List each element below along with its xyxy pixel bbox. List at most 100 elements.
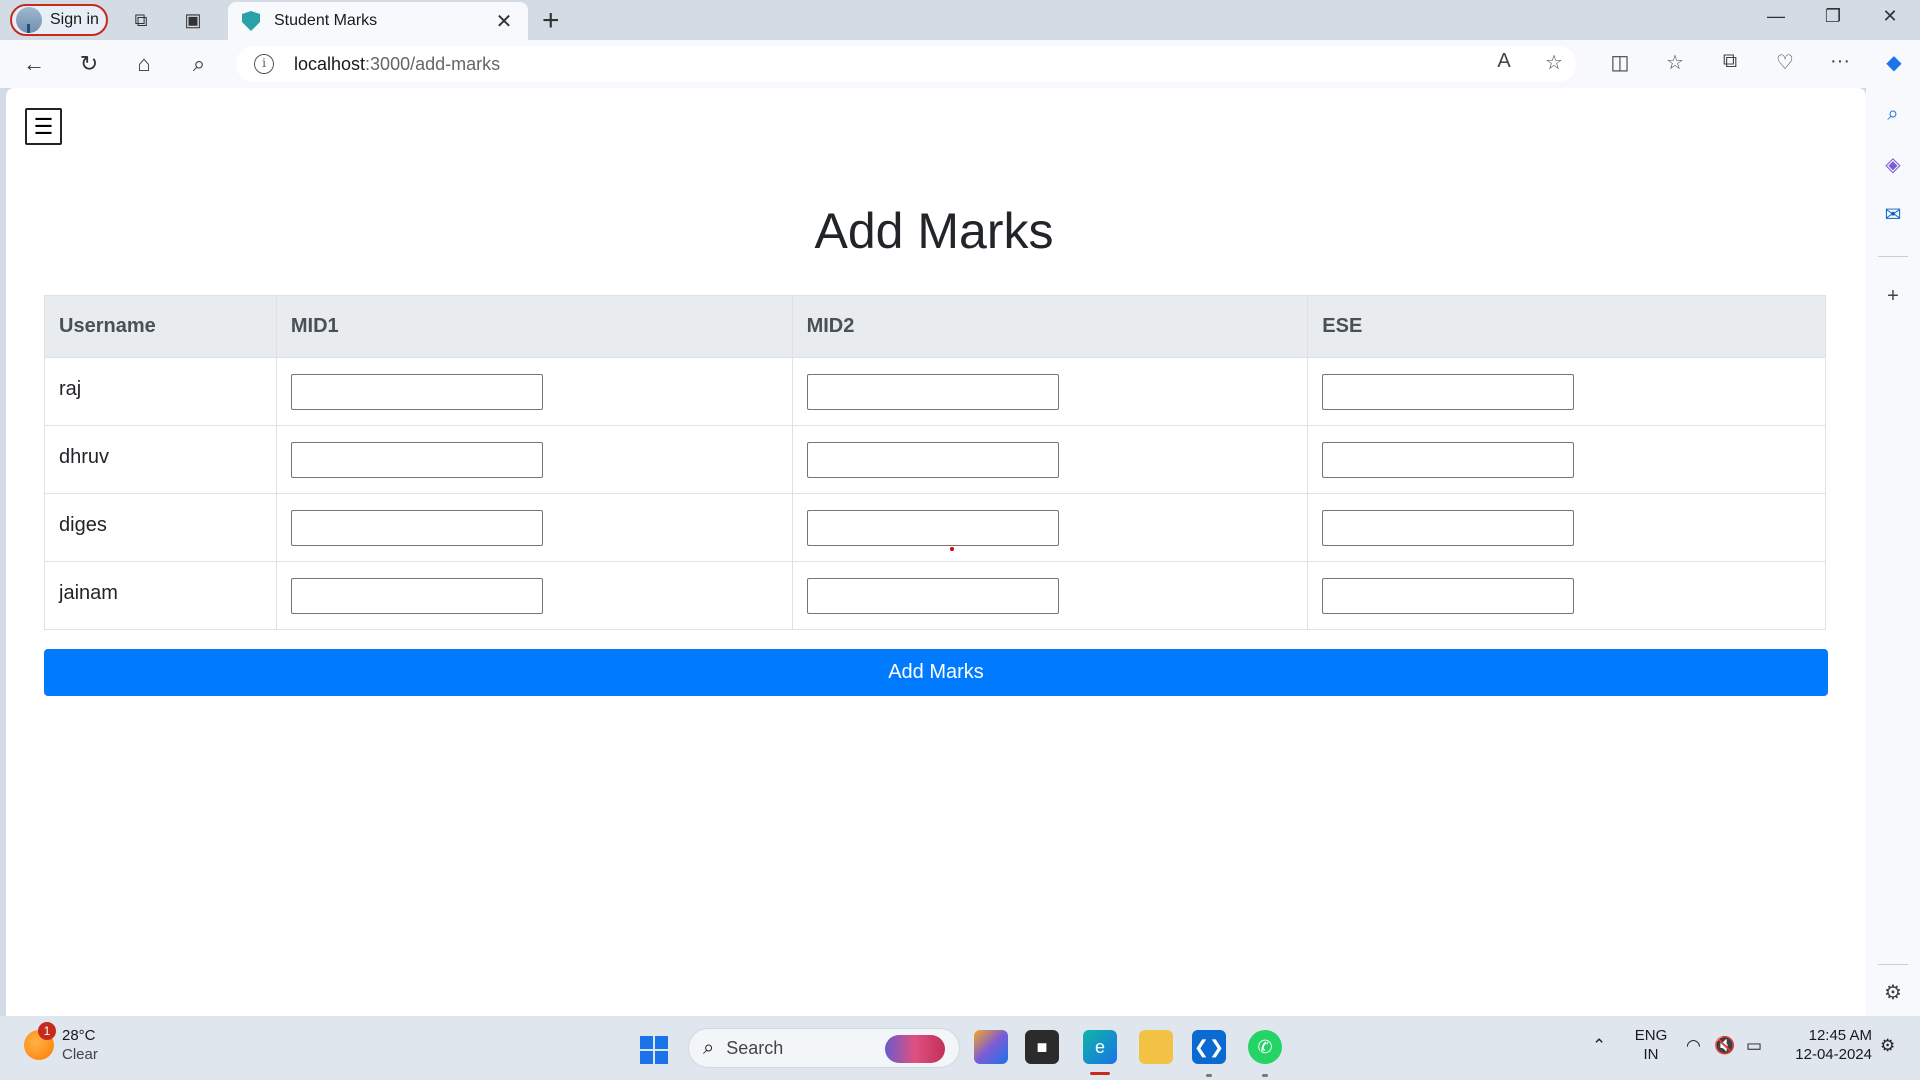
weather-badge: 1 — [38, 1022, 56, 1040]
whatsapp-running-indicator — [1262, 1074, 1268, 1077]
username-cell: jainam — [44, 561, 277, 630]
tab-title: Student Marks — [274, 12, 378, 29]
battery-icon[interactable]: ▭ — [1746, 1036, 1762, 1056]
edge-active-indicator — [1090, 1072, 1110, 1075]
sidebar-outlook-icon[interactable]: ✉ — [1881, 202, 1905, 226]
username-cell: raj — [44, 357, 277, 426]
minimize-icon[interactable]: — — [1756, 6, 1796, 27]
clock[interactable]: 12:45 AM 12-04-2024 — [1784, 1026, 1872, 1064]
notifications-icon[interactable]: ⚙ — [1880, 1036, 1895, 1056]
add-marks-button[interactable]: Add Marks — [44, 649, 1828, 696]
table-header-row: Username MID1 MID2 ESE — [44, 295, 1826, 358]
url-path: :3000/add-marks — [365, 53, 501, 74]
table-row: jainam — [44, 561, 1826, 630]
column-header-mid1: MID1 — [275, 295, 793, 358]
new-tab-icon[interactable]: + — [542, 4, 560, 38]
collections-icon[interactable]: ⧉ — [1716, 50, 1744, 73]
window-close-icon[interactable]: ✕ — [1870, 6, 1910, 27]
copilot-app-icon[interactable] — [974, 1030, 1008, 1064]
table-row: dhruv — [44, 425, 1826, 494]
favorites-icon[interactable]: ☆ — [1661, 50, 1689, 75]
browser-toolbar: ← ↻ ⌂ ⌕ i localhost:3000/add-marks A ☆ ◫… — [0, 40, 1920, 88]
clock-time: 12:45 AM — [1808, 1027, 1872, 1044]
mid1-input[interactable] — [290, 577, 543, 614]
table-row: diges — [44, 493, 1826, 562]
ese-input[interactable] — [1322, 373, 1575, 410]
file-explorer-icon[interactable] — [1139, 1030, 1173, 1064]
mid1-cell — [275, 425, 793, 494]
more-options-icon[interactable]: ··· — [1826, 50, 1854, 73]
language-indicator[interactable]: ENG IN — [1634, 1026, 1668, 1064]
sidebar-search-icon[interactable]: ⌕ — [1881, 102, 1905, 126]
mid1-input[interactable] — [290, 441, 543, 478]
search-icon[interactable]: ⌕ — [185, 50, 213, 78]
tab-student-marks[interactable]: Student Marks ✕ — [228, 2, 528, 40]
mid1-cell — [275, 561, 793, 630]
tab-actions-icon[interactable]: ▣ — [181, 8, 205, 32]
refresh-icon[interactable]: ↻ — [75, 50, 103, 78]
browser-essentials-icon[interactable]: ♡ — [1771, 50, 1799, 75]
mid1-input[interactable] — [290, 509, 543, 546]
whatsapp-app-icon[interactable]: ✆ — [1248, 1030, 1282, 1064]
page-title: Add Marks — [814, 203, 1054, 259]
terminal-app-icon[interactable]: ■ — [1025, 1030, 1059, 1064]
workspaces-icon[interactable]: ⧉ — [129, 8, 153, 32]
ese-input[interactable] — [1322, 441, 1575, 478]
vscode-app-icon[interactable]: ❮❯ — [1192, 1030, 1226, 1064]
mid2-cell — [791, 425, 1309, 494]
ese-input[interactable] — [1322, 509, 1575, 546]
mid2-input[interactable] — [806, 373, 1059, 410]
sidebar-copilot-icon[interactable]: ◈ — [1881, 152, 1905, 176]
sidebar-settings-icon[interactable]: ⚙ — [1881, 980, 1905, 1004]
ese-cell — [1307, 357, 1826, 426]
weather-temperature: 28°C — [62, 1027, 96, 1044]
browser-tab-bar: Sign in ⧉ ▣ Student Marks ✕ + — ❐ ✕ — [0, 0, 1920, 40]
copilot-icon[interactable]: ◆ — [1880, 50, 1908, 75]
ese-cell — [1307, 425, 1826, 494]
clock-date: 12-04-2024 — [1795, 1046, 1872, 1063]
edge-app-icon[interactable]: e — [1083, 1030, 1117, 1064]
ese-input[interactable] — [1322, 577, 1575, 614]
wifi-icon[interactable]: ◠ — [1686, 1036, 1701, 1056]
ese-cell — [1307, 493, 1826, 562]
site-info-icon[interactable]: i — [254, 54, 274, 74]
column-header-mid2: MID2 — [791, 295, 1309, 358]
restore-icon[interactable]: ❐ — [1813, 6, 1853, 27]
column-header-ese: ESE — [1307, 295, 1826, 358]
weather-widget[interactable]: 1 28°C Clear — [24, 1022, 98, 1064]
language-line2: IN — [1643, 1046, 1659, 1063]
sidebar-add-icon[interactable]: + — [1881, 284, 1905, 308]
marks-table: Username MID1 MID2 ESE raj dhruv diges j… — [44, 295, 1826, 630]
signin-label: Sign in — [50, 11, 99, 28]
site-favicon-icon — [242, 11, 260, 31]
address-bar[interactable]: i localhost:3000/add-marks — [236, 46, 1576, 82]
ese-cell — [1307, 561, 1826, 630]
column-header-username: Username — [44, 295, 277, 358]
taskbar-search[interactable]: ⌕ Search — [688, 1028, 960, 1068]
volume-muted-icon[interactable]: 🔇 — [1714, 1036, 1735, 1056]
favorite-star-icon[interactable]: ☆ — [1540, 50, 1568, 75]
cursor-dot — [950, 547, 954, 551]
menu-toggle-button[interactable]: ☰ — [25, 108, 62, 145]
show-hidden-icons-icon[interactable]: ⌃ — [1592, 1036, 1606, 1056]
language-line1: ENG — [1634, 1027, 1668, 1044]
sidebar-divider — [1878, 256, 1908, 257]
split-screen-icon[interactable]: ◫ — [1606, 50, 1634, 75]
profile-signin-button[interactable]: Sign in — [10, 4, 108, 36]
home-icon[interactable]: ⌂ — [130, 50, 158, 78]
read-aloud-icon[interactable]: A — [1490, 50, 1518, 73]
tab-close-icon[interactable]: ✕ — [494, 9, 514, 34]
windows-taskbar: 1 28°C Clear ⌕ Search ■ e ❮❯ ✆ ⌃ ENG IN … — [0, 1016, 1920, 1080]
windows-start-icon[interactable] — [640, 1036, 668, 1064]
back-icon[interactable]: ← — [20, 50, 48, 78]
taskbar-search-label: Search — [726, 1037, 784, 1058]
mid1-input[interactable] — [290, 373, 543, 410]
weather-description: Clear — [62, 1046, 98, 1063]
username-cell: dhruv — [44, 425, 277, 494]
weather-text: 28°C Clear — [62, 1026, 98, 1064]
mid2-input[interactable] — [806, 577, 1059, 614]
table-row: raj — [44, 357, 1826, 426]
mid2-input[interactable] — [806, 441, 1059, 478]
weather-sun-icon: 1 — [24, 1022, 56, 1060]
mid2-input[interactable] — [806, 509, 1059, 546]
